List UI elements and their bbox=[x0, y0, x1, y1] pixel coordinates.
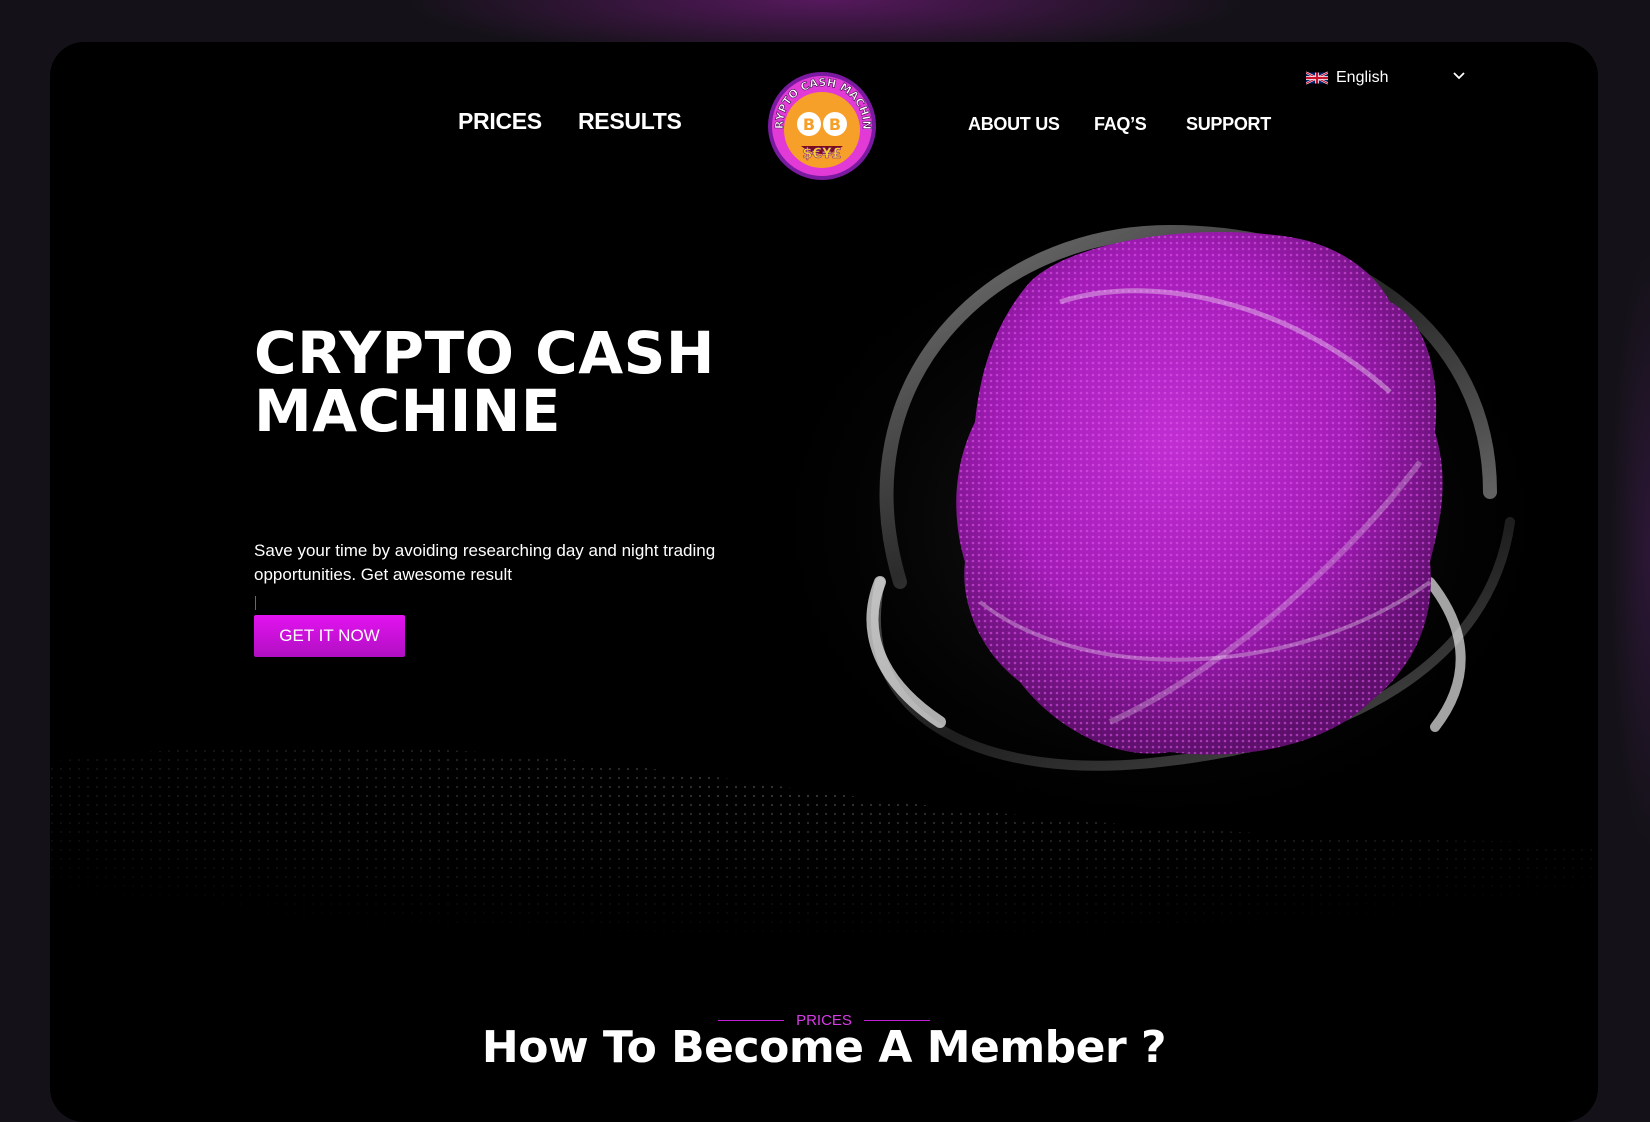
svg-text:B: B bbox=[803, 115, 815, 134]
side-glow bbox=[1590, 200, 1650, 900]
language-selector[interactable]: English bbox=[1306, 62, 1528, 94]
text-caret bbox=[255, 596, 256, 610]
purple-sphere-illustration bbox=[740, 192, 1580, 852]
hero-description: Save your time by avoiding researching d… bbox=[254, 541, 716, 584]
hero-title: CRYPTO CASH MACHINE bbox=[254, 324, 814, 440]
section-title: How To Become A Member ? bbox=[481, 1022, 1167, 1073]
nav-faqs[interactable]: FAQ’S bbox=[1094, 114, 1147, 135]
hero-title-line-2: MACHINE bbox=[254, 377, 561, 445]
page-frame: English PRICES RESULTS CRYPTO CASH MACHI… bbox=[50, 42, 1598, 1122]
chevron-down-icon[interactable] bbox=[1452, 68, 1466, 82]
svg-text:B: B bbox=[829, 115, 841, 134]
get-it-now-button[interactable]: GET IT NOW bbox=[254, 615, 405, 657]
nav-prices[interactable]: PRICES bbox=[458, 108, 542, 135]
crypto-cash-machine-logo[interactable]: CRYPTO CASH MACHINE B B $€¥£ bbox=[763, 66, 881, 184]
svg-text:$€¥£: $€¥£ bbox=[803, 146, 842, 162]
hero-title-line-1: CRYPTO CASH bbox=[254, 319, 715, 387]
eyebrow-rule-right bbox=[863, 1019, 930, 1021]
uk-flag-icon bbox=[1306, 71, 1328, 85]
nav-support[interactable]: SUPPORT bbox=[1186, 114, 1271, 135]
language-label: English bbox=[1336, 69, 1389, 86]
nav-about-us[interactable]: ABOUT US bbox=[968, 114, 1060, 135]
eyebrow-rule-left bbox=[718, 1019, 785, 1021]
nav-results[interactable]: RESULTS bbox=[578, 108, 682, 135]
